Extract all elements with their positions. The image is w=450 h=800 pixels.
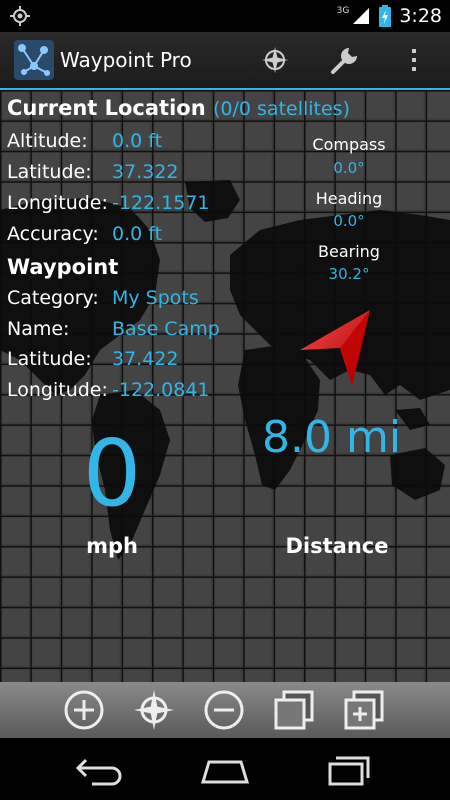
zoom-in-icon[interactable] (62, 688, 106, 732)
compass-value: 0.0° (333, 159, 365, 177)
satellite-count: (0/0 satellites) (213, 98, 350, 120)
name-label: Name: (7, 318, 70, 340)
compass-label: Compass (312, 135, 386, 154)
bearing-label: Bearing (318, 242, 380, 261)
overflow-menu-icon[interactable] (398, 44, 430, 76)
longitude-value: -122.1571 (112, 192, 210, 214)
accuracy-label: Accuracy: (7, 223, 99, 245)
app-logo-icon[interactable] (14, 40, 54, 80)
bearing-value: 30.2° (328, 265, 370, 283)
heading-label: Heading (315, 189, 383, 208)
gps-lock-icon[interactable] (259, 44, 291, 76)
wrench-icon[interactable] (329, 44, 361, 76)
navigation-bar (0, 738, 450, 800)
gps-status-icon (10, 6, 30, 26)
layers-icon[interactable] (272, 688, 316, 732)
waypoint-name-value[interactable]: Base Camp (112, 318, 220, 340)
gps-lock-icon[interactable] (132, 688, 176, 732)
altitude-label: Altitude: (7, 130, 88, 152)
distance-value: 8.0 mi (262, 412, 402, 463)
home-icon[interactable] (197, 752, 253, 786)
app-title: Waypoint Pro (60, 48, 192, 72)
waypoint-latitude-label: Latitude: (7, 348, 92, 370)
accuracy-value: 0.0 ft (112, 223, 163, 245)
action-bar: Waypoint Pro (0, 32, 450, 90)
recent-apps-icon[interactable] (322, 752, 378, 786)
network-type: 3G (336, 6, 350, 16)
add-layer-icon[interactable] (342, 688, 386, 732)
altitude-value: 0.0 ft (112, 130, 163, 152)
bearing-arrow-icon (300, 310, 370, 386)
latitude-value: 37.322 (112, 161, 179, 183)
heading-value: 0.0° (333, 212, 365, 230)
distance-label: Distance (285, 534, 389, 558)
waypoint-longitude-label: Longitude: (7, 379, 108, 401)
current-location-title: Current Location (7, 96, 206, 120)
category-label: Category: (7, 287, 99, 309)
signal-icon (353, 8, 370, 24)
latitude-label: Latitude: (7, 161, 92, 183)
zoom-out-icon[interactable] (202, 688, 246, 732)
clock: 3:28 (399, 5, 442, 27)
back-icon[interactable] (72, 752, 128, 786)
main-panel: Current Location (0/0 satellites) Altitu… (0, 90, 450, 682)
speed-value: 0 (82, 420, 142, 527)
category-value[interactable]: My Spots (112, 287, 199, 309)
waypoint-latitude-value: 37.422 (112, 348, 179, 370)
speed-unit: mph (86, 534, 138, 558)
battery-icon (379, 5, 392, 27)
bottom-toolbar (0, 682, 450, 738)
longitude-label: Longitude: (7, 192, 108, 214)
waypoint-longitude-value: -122.0841 (112, 379, 210, 401)
status-bar: 3G 3:28 (0, 0, 450, 32)
waypoint-title: Waypoint (7, 255, 119, 279)
